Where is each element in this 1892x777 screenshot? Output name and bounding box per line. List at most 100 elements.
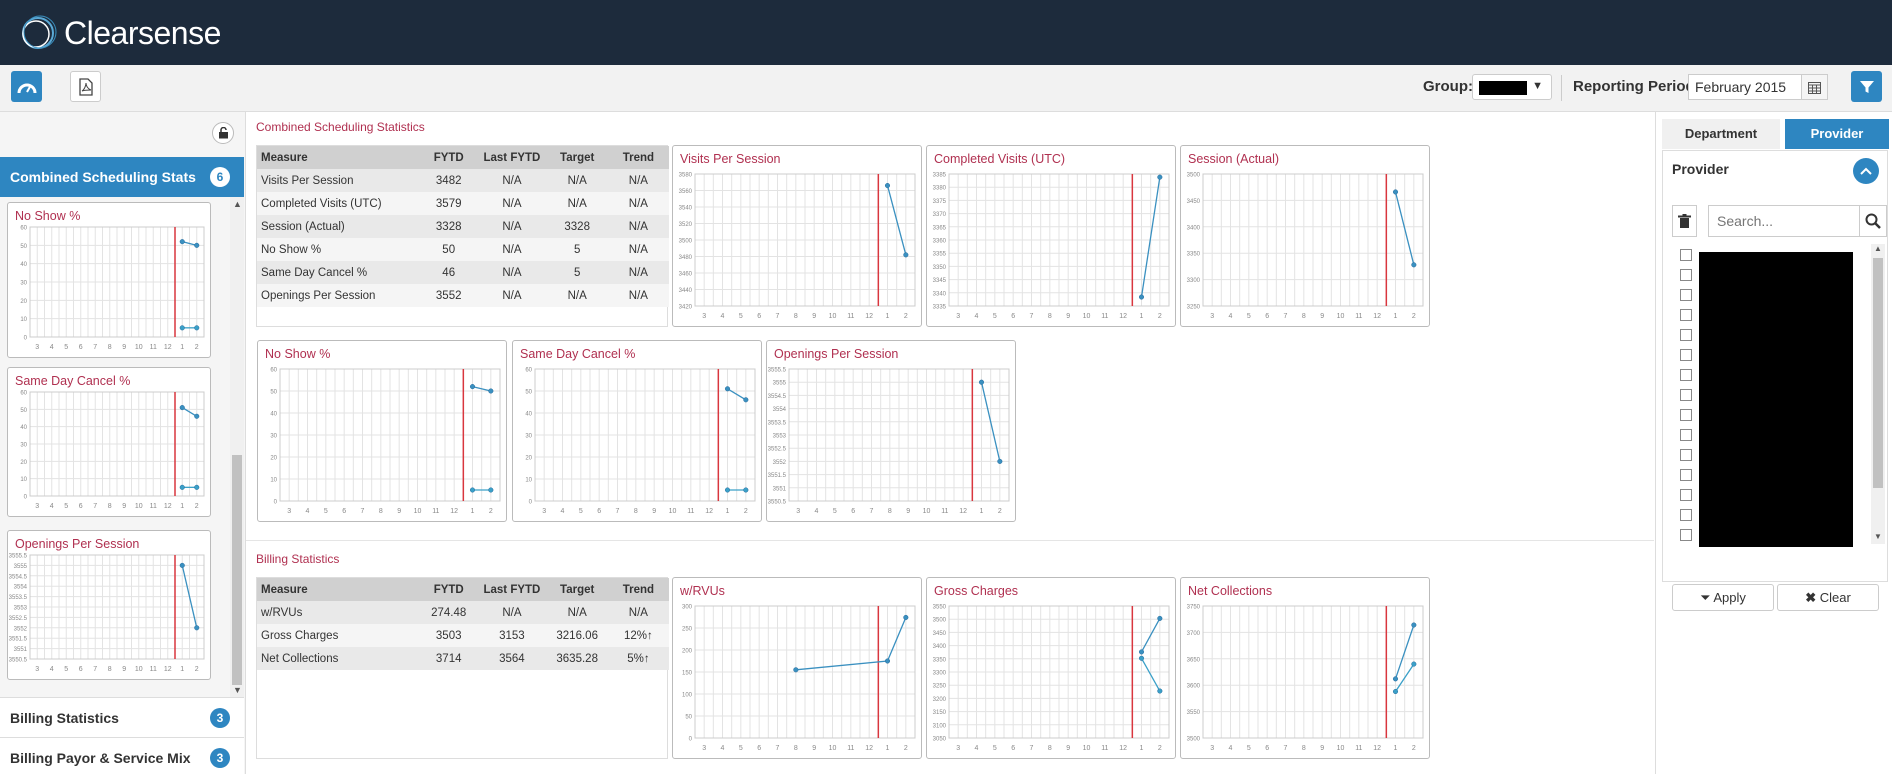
chart-card-no-show[interactable]: No Show % 0 10 20 30 40 50 60 3 4 5 6 7 8 9 10 11 12 1 2: [257, 340, 507, 522]
collapse-button[interactable]: [1853, 158, 1879, 184]
chart-card-wrvus[interactable]: w/RVUs 0 50 100 150 200 250 300 3 4 5 6 7 8 9 10 11 12 1 2: [672, 577, 922, 759]
sidebar-chart-card[interactable]: Openings Per Session 3550.5 3551 3551.5 355…: [7, 530, 211, 680]
nav-item-combined-scheduling-stats[interactable]: Combined Scheduling Stats 6: [0, 157, 244, 197]
table-cell: N/A: [477, 601, 547, 624]
y-tick-label: 30: [20, 281, 27, 287]
chart-card-visits-per-session[interactable]: Visits Per Session 3420 3440 3460 3480 3500 3…: [672, 145, 922, 327]
table-cell: 12%↑: [607, 624, 669, 647]
same-day-cancel-mini-chart: 01020304050603 4 5 6 7 8 9 10 11 12 1 2: [20, 391, 205, 510]
tab-department[interactable]: Department: [1662, 119, 1780, 149]
scrollbar-thumb[interactable]: [232, 455, 242, 685]
x-tick-label: 9: [1320, 745, 1324, 752]
logo: Clearsense: [16, 11, 221, 55]
provider-checkbox[interactable]: [1680, 469, 1692, 481]
provider-checkbox[interactable]: [1680, 369, 1692, 381]
calendar-button[interactable]: [1801, 74, 1828, 100]
tab-provider[interactable]: Provider: [1785, 119, 1889, 149]
sidebar-chart-list[interactable]: No Show % 0 10 20 30 40 50 60 3 4 5 6 7 8 9 10 11 12 1 2 S…: [0, 197, 244, 697]
apply-label: Apply: [1713, 590, 1746, 605]
pdf-export-button[interactable]: [70, 71, 101, 102]
y-tick-label: 3350: [933, 657, 947, 663]
chart-card-session-actual[interactable]: Session (Actual) 3250 3300 3350 3400 3450 350…: [1180, 145, 1430, 327]
provider-checkbox[interactable]: [1680, 349, 1692, 361]
provider-checkbox[interactable]: [1680, 449, 1692, 461]
provider-checkbox[interactable]: [1680, 269, 1692, 281]
left-navigation-panel: Combined Scheduling Stats 6 No Show % 01…: [0, 112, 246, 777]
x-tick-label: 4: [815, 508, 819, 515]
sidebar-chart-card[interactable]: Same Day Cancel % 0 10 20 30 40 50 60 3 4 5 6 7 8 9 10…: [7, 367, 211, 517]
table-cell: Visits Per Session: [257, 169, 421, 192]
scroll-up-icon[interactable]: ▲: [1874, 244, 1882, 253]
clear-button[interactable]: ✖ Clear: [1777, 584, 1879, 611]
provider-checkbox[interactable]: [1680, 529, 1692, 541]
x-tick-label: 3: [35, 503, 39, 510]
x-tick-label: 10: [829, 745, 837, 752]
provider-checkbox[interactable]: [1680, 329, 1692, 341]
x-tick-label: 6: [1265, 313, 1269, 320]
dashboard-button[interactable]: [11, 71, 42, 102]
x-tick-label: 4: [975, 745, 979, 752]
sidebar-chart-card[interactable]: No Show % 0 10 20 30 40 50 60 3 4 5 6 7 8 9 10 11 12 1 2: [7, 202, 211, 358]
chart-card-net-collections[interactable]: Net Collections 3500 3550 3600 3650 3700 3750…: [1180, 577, 1430, 759]
unlock-button[interactable]: [212, 122, 234, 144]
y-tick-label: 3150: [933, 710, 947, 716]
provider-checkbox[interactable]: [1680, 309, 1692, 321]
scroll-up-icon[interactable]: ▲: [233, 199, 242, 209]
openings-mini-chart: 3550.5 3551 3551.5 3552 3552.5 3553 3553.5 3554…: [9, 554, 205, 673]
reporting-period-input[interactable]: February 2015: [1688, 74, 1802, 100]
scroll-down-icon[interactable]: ▼: [233, 685, 242, 695]
x-tick-label: 9: [122, 503, 126, 510]
sidebar-scrollbar[interactable]: ▲ ▼: [230, 197, 244, 697]
y-tick-label: 3500: [679, 239, 693, 245]
provider-search-input[interactable]: [1708, 205, 1860, 237]
arrow-up-icon: ↑: [647, 629, 653, 642]
nav-item-billing-payor-service-mix[interactable]: Billing Payor & Service Mix 3: [0, 737, 244, 777]
clear-selection-button[interactable]: [1672, 205, 1697, 237]
filter-button[interactable]: [1851, 71, 1882, 102]
x-tick-label: 7: [1284, 745, 1288, 752]
provider-checkbox[interactable]: [1680, 389, 1692, 401]
y-tick-label: 3250: [933, 684, 947, 690]
provider-list-scrollbar[interactable]: ▲ ▼: [1871, 244, 1885, 544]
x-tick-label: 5: [739, 745, 743, 752]
x-tick-label: 9: [1320, 313, 1324, 320]
apply-button[interactable]: ⏷ Apply: [1672, 584, 1774, 611]
x-tick-label: 3: [35, 344, 39, 351]
data-point: [194, 625, 200, 631]
provider-checkbox[interactable]: [1680, 509, 1692, 521]
chart-card-openings-per-session[interactable]: Openings Per Session 3550.5 3551 3551.5 355…: [766, 340, 1016, 522]
data-point: [793, 667, 799, 673]
same-day-cancel-chart: 01020304050603 4 5 6 7 8 9 10 11 12 1 2: [525, 368, 756, 515]
provider-checkbox[interactable]: [1680, 249, 1692, 261]
y-tick-label: 150: [682, 671, 693, 677]
search-button[interactable]: [1859, 205, 1887, 237]
y-tick-label: 60: [20, 391, 27, 397]
y-tick-label: 50: [525, 390, 532, 396]
scrollbar-thumb[interactable]: [1873, 258, 1883, 488]
x-tick-label: 9: [122, 666, 126, 673]
chart-card-gross-charges[interactable]: Gross Charges 3050 3100 3150 3200 3250 3300 33…: [926, 577, 1176, 759]
openings-per-session-chart: 3550.5 3551 3551.5 3552 3552.5 3553 3553.5 3554…: [768, 368, 1010, 515]
table-cell: 5%↑: [607, 647, 669, 670]
provider-checkbox[interactable]: [1680, 289, 1692, 301]
y-tick-label: 3550: [933, 605, 947, 611]
provider-checkbox[interactable]: [1680, 429, 1692, 441]
provider-checkbox[interactable]: [1680, 409, 1692, 421]
group-select[interactable]: ▼: [1472, 74, 1552, 100]
nav-item-billing-statistics[interactable]: Billing Statistics 3: [0, 697, 244, 737]
data-point: [884, 658, 891, 664]
chart-card-same-day-cancel[interactable]: Same Day Cancel % 0 10 20 30 40 50 60 3 4 5 6 7 8 9 10…: [512, 340, 762, 522]
x-tick-label: 12: [865, 313, 873, 320]
y-tick-label: 3553.5: [768, 420, 787, 426]
scroll-down-icon[interactable]: ▼: [1874, 532, 1882, 541]
chart-card-completed-visits[interactable]: Completed Visits (UTC) 3335 3340 3345 3350 3…: [926, 145, 1176, 327]
x-tick-label: 8: [1302, 313, 1306, 320]
y-tick-label: 30: [20, 443, 27, 449]
y-tick-label: 10: [270, 478, 277, 484]
x-tick-label: 11: [1355, 313, 1362, 320]
provider-checkbox[interactable]: [1680, 489, 1692, 501]
filter-icon: [1859, 80, 1874, 93]
y-tick-label: 3350: [1187, 252, 1201, 258]
count-badge: 3: [210, 708, 230, 728]
gross-charges-chart: 3050 3100 3150 3200 3250 3300 3350 3400 3450 3500…: [933, 605, 1170, 752]
